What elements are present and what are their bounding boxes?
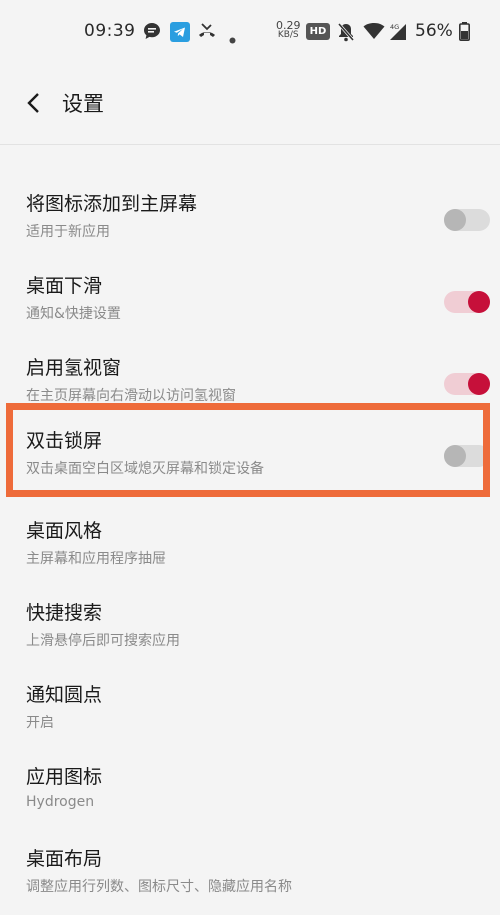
setting-title: 快捷搜索 [26,602,103,624]
setting-title: 桌面下滑 [26,275,103,297]
setting-notification-dots[interactable]: 通知圆点 开启 [0,669,500,751]
setting-subtitle: 在主页屏幕向右滑动以访问氢视窗 [26,388,236,404]
setting-subtitle: Hydrogen [26,794,95,810]
net-speed-unit: KB/S [277,30,299,40]
app-bar: 设置 [0,72,500,136]
toggle-switch[interactable] [444,445,490,467]
telegram-icon [170,22,190,46]
setting-subtitle: 主屏幕和应用程序抽屉 [26,551,166,567]
setting-quick-search[interactable]: 快捷搜索 上滑悬停后即可搜索应用 [0,587,500,669]
setting-title: 双击锁屏 [26,430,103,452]
mute-icon [337,22,355,46]
setting-double-tap-lock[interactable]: 双击锁屏 双击桌面空白区域熄灭屏幕和锁定设备 [0,415,500,497]
setting-subtitle: 通知&快捷设置 [26,306,121,322]
setting-home-style[interactable]: 桌面风格 主屏幕和应用程序抽屉 [0,505,500,587]
wifi-icon [363,22,385,44]
setting-title: 应用图标 [26,766,103,788]
setting-app-icons[interactable]: 应用图标 Hydrogen [0,751,500,833]
setting-subtitle: 适用于新应用 [26,224,110,240]
status-bar: 09:39 0.29 KB/S HD 4G 56% [0,0,500,64]
missed-call-icon [197,22,217,44]
battery-icon [459,22,470,45]
chat-icon [143,22,161,44]
battery-percent: 56% [415,21,453,41]
toggle-knob [444,445,466,467]
toggle-switch[interactable] [444,373,490,395]
setting-subtitle: 调整应用行列数、图标尺寸、隐藏应用名称 [26,879,292,895]
toggle-knob [468,291,490,313]
setting-title: 启用氢视窗 [26,357,122,379]
dot-icon [229,29,236,48]
setting-subtitle: 上滑悬停后即可搜索应用 [26,633,180,649]
setting-title: 通知圆点 [26,684,103,706]
header-divider [0,144,500,145]
toggle-knob [444,209,466,231]
setting-add-icon-to-home[interactable]: 将图标添加到主屏幕 适用于新应用 [0,178,500,260]
setting-title: 桌面布局 [26,848,103,870]
toggle-knob [468,373,490,395]
toggle-switch[interactable] [444,209,490,231]
setting-subtitle: 双击桌面空白区域熄灭屏幕和锁定设备 [26,461,264,477]
setting-title: 将图标添加到主屏幕 [26,193,198,215]
status-time: 09:39 [84,21,136,41]
setting-subtitle: 开启 [26,715,54,731]
setting-home-layout[interactable]: 桌面布局 调整应用行列数、图标尺寸、隐藏应用名称 [0,833,500,915]
signal-icon: 4G [388,22,408,46]
toggle-switch[interactable] [444,291,490,313]
back-arrow-icon[interactable] [22,90,46,116]
network-type-label: 4G [390,23,399,31]
hd-badge: HD [306,23,330,40]
setting-swipe-down[interactable]: 桌面下滑 通知&快捷设置 [0,260,500,342]
page-title: 设置 [62,92,104,116]
net-speed: 0.29 KB/S [276,20,301,40]
setting-title: 桌面风格 [26,520,103,542]
setting-hydrogen-shelf[interactable]: 启用氢视窗 在主页屏幕向右滑动以访问氢视窗 [0,342,500,424]
